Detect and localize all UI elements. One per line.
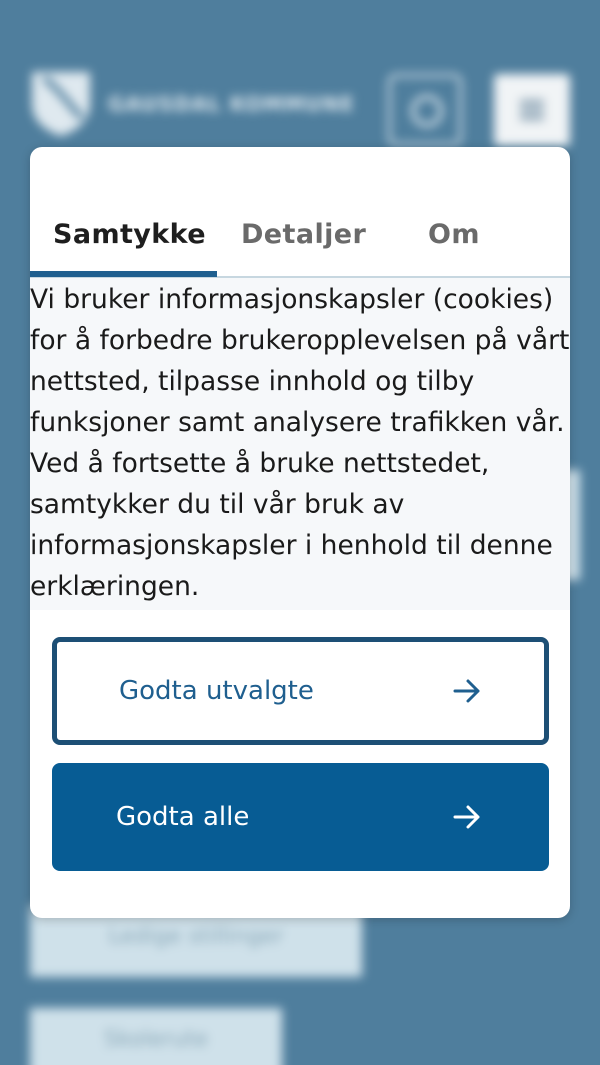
tab-om[interactable]: Om bbox=[428, 219, 480, 250]
consent-text-line: nettsted, tilpasse innhold og tilby bbox=[30, 366, 475, 397]
accept-all-button[interactable]: Godta alle bbox=[52, 763, 549, 871]
accept-selected-button[interactable]: Godta utvalgte bbox=[52, 637, 549, 745]
logo-icon bbox=[32, 72, 90, 136]
consent-text-line: funksjoner samt analysere trafikken vår. bbox=[30, 407, 565, 438]
search-button[interactable] bbox=[388, 74, 462, 146]
cookie-consent-dialog: Samtykke Detaljer Om Vi bruker informasj… bbox=[30, 147, 570, 918]
consent-text-line: for å forbedre brukeropplevelsen på vårt bbox=[30, 325, 570, 356]
consent-text-line: samtykker du til vår bruk av bbox=[30, 489, 405, 520]
search-icon bbox=[411, 95, 443, 127]
tab-detaljer[interactable]: Detaljer bbox=[241, 219, 366, 250]
consent-text-line: Vi bruker informasjonskapsler (cookies) bbox=[30, 284, 554, 315]
consent-text-line: erklæringen. bbox=[30, 571, 200, 602]
consent-text-line: informasjonskapsler i henhold til denne bbox=[30, 530, 553, 561]
background-card-skolerute[interactable]: Skolerute bbox=[30, 1008, 282, 1065]
arrow-right-icon bbox=[453, 805, 480, 829]
consent-text: Vi bruker informasjonskapsler (cookies) … bbox=[30, 278, 570, 610]
active-tab-indicator bbox=[30, 271, 217, 277]
menu-button[interactable] bbox=[494, 74, 570, 146]
page: GAUSDAL KOMMUNE Ledige stillinger Skoler… bbox=[0, 0, 600, 1065]
tab-samtykke[interactable]: Samtykke bbox=[53, 219, 206, 250]
brand-name: GAUSDAL KOMMUNE bbox=[108, 92, 355, 116]
accept-all-label: Godta alle bbox=[116, 802, 250, 832]
arrow-right-icon bbox=[453, 679, 480, 703]
accept-selected-label: Godta utvalgte bbox=[119, 676, 314, 706]
tab-bar: Samtykke Detaljer Om bbox=[30, 147, 570, 278]
menu-icon bbox=[520, 100, 544, 104]
consent-text-line: Ved å fortsette å bruke nettstedet, bbox=[30, 448, 490, 479]
